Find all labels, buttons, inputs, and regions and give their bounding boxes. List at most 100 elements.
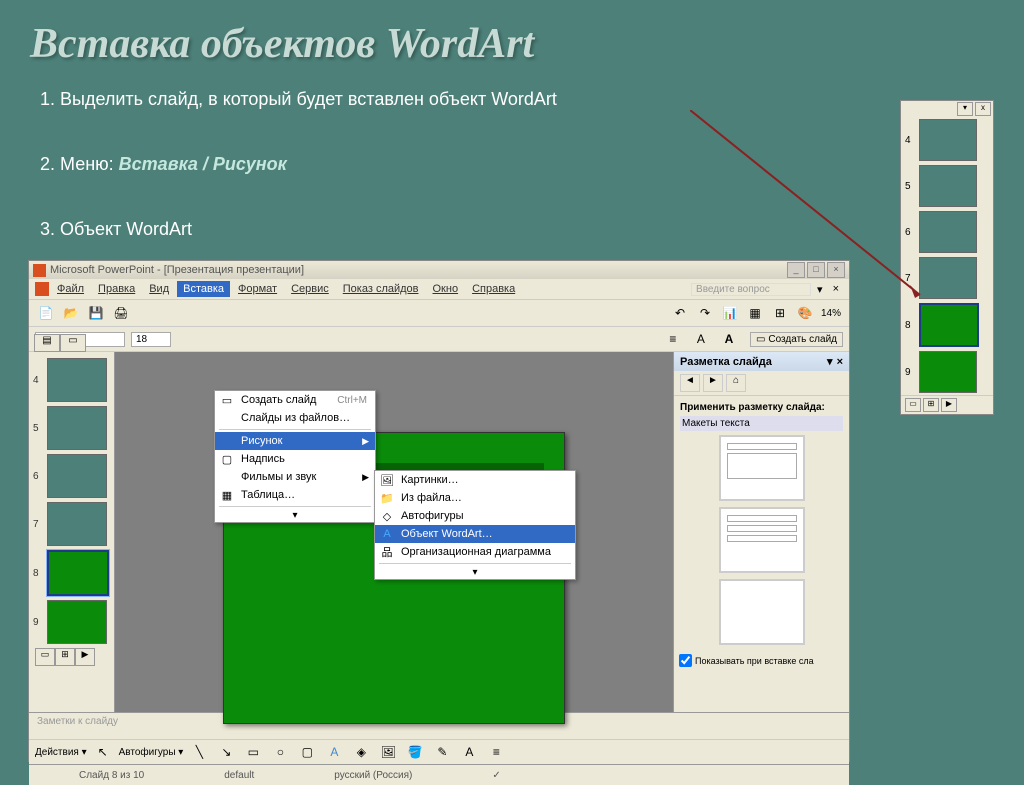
status-lang: русский (Россия) <box>294 770 452 781</box>
line-icon[interactable]: ╲ <box>188 741 210 763</box>
thumb-9[interactable]: 9 <box>29 598 114 646</box>
close-button[interactable]: × <box>827 262 845 278</box>
diagram-icon[interactable]: ◈ <box>350 741 372 763</box>
outline-tab[interactable]: ▤ <box>34 334 60 352</box>
formatting-toolbar: Arial 18 ≡ A A ▭ Создать слайд <box>29 327 849 352</box>
zoom-select[interactable]: 14% <box>819 308 843 319</box>
line-style-icon[interactable]: ≡ <box>485 741 507 763</box>
autoshapes-menu[interactable]: Автофигуры ▾ <box>119 747 184 758</box>
textbox-draw-icon[interactable]: ▢ <box>296 741 318 763</box>
open-icon[interactable]: 📂 <box>60 302 82 324</box>
fill-icon[interactable]: 🪣 <box>404 741 426 763</box>
expand-icon-2[interactable]: ▾ <box>375 566 575 579</box>
menu-window[interactable]: Окно <box>427 281 465 297</box>
wordart-icon: A <box>379 526 395 542</box>
mi-slides-from-file[interactable]: Слайды из файлов… <box>215 409 375 427</box>
bold-icon[interactable]: A <box>718 328 740 350</box>
mi-clipart[interactable]: 🖼Картинки… <box>375 471 575 489</box>
expand-icon[interactable]: ▾ <box>215 509 375 522</box>
thumb-4[interactable]: 4 <box>29 356 114 404</box>
layout-title[interactable] <box>719 435 805 501</box>
task-pane-header: Разметка слайда ▾ × <box>674 352 849 371</box>
nav-back-icon[interactable]: ◄ <box>680 374 700 392</box>
minimize-button[interactable]: _ <box>787 262 805 278</box>
float-close-icon[interactable]: x <box>975 102 991 116</box>
taskpane-close-icon[interactable]: × <box>837 356 843 368</box>
font-size-select[interactable]: 18 <box>131 332 171 347</box>
sorter-view-icon[interactable]: ⊞ <box>55 648 75 666</box>
layout-title-only[interactable] <box>719 507 805 573</box>
status-bar: Слайд 8 из 10 default русский (Россия) ✓ <box>29 764 849 785</box>
slideshow-view-icon[interactable]: ▶ <box>75 648 95 666</box>
text-a-icon[interactable]: A <box>690 328 712 350</box>
menu-file[interactable]: Файл <box>51 281 90 297</box>
nav-home-icon[interactable]: ⌂ <box>726 374 746 392</box>
menu-view[interactable]: Вид <box>143 281 175 297</box>
wordart-draw-icon[interactable]: A <box>323 741 345 763</box>
mi-from-file[interactable]: 📁Из файла… <box>375 489 575 507</box>
line-color-icon[interactable]: ✎ <box>431 741 453 763</box>
mi-wordart[interactable]: AОбъект WordArt… <box>375 525 575 543</box>
thumb-6[interactable]: 6 <box>29 452 114 500</box>
thumb-5[interactable]: 5 <box>29 404 114 452</box>
menu-edit[interactable]: Правка <box>92 281 141 297</box>
mi-textbox[interactable]: ▢Надпись <box>215 450 375 468</box>
mi-autoshapes[interactable]: ◇Автофигуры <box>375 507 575 525</box>
menu-format[interactable]: Формат <box>232 281 283 297</box>
new-icon[interactable]: 📄 <box>35 302 57 324</box>
thumb-8[interactable]: 8 <box>29 548 114 598</box>
show-on-insert-checkbox[interactable]: Показывать при вставке сла <box>674 651 849 670</box>
color-icon[interactable]: 🎨 <box>794 302 816 324</box>
app-menu-icon[interactable] <box>35 282 49 296</box>
menu-help[interactable]: Справка <box>466 281 521 297</box>
float-thumb-8[interactable]: 8 <box>901 301 993 349</box>
mi-movies-sound[interactable]: Фильмы и звук▶ <box>215 468 375 486</box>
print-icon[interactable]: 🖨 <box>110 302 132 324</box>
actions-menu[interactable]: Действия ▾ <box>35 747 87 758</box>
menu-tools[interactable]: Сервис <box>285 281 335 297</box>
status-slide: Слайд 8 из 10 <box>39 770 184 781</box>
view-show-icon[interactable]: ▶ <box>941 398 957 412</box>
menu-slideshow[interactable]: Показ слайдов <box>337 281 425 297</box>
undo-icon[interactable]: ↶ <box>669 302 691 324</box>
help-question-input[interactable]: Введите вопрос <box>691 283 811 296</box>
normal-view-icon[interactable]: ▭ <box>35 648 55 666</box>
float-thumb-9[interactable]: 9 <box>901 349 993 395</box>
pane-tabs: ▤ ▭ <box>34 334 86 352</box>
float-chevron-icon[interactable]: ▾ <box>957 102 973 116</box>
chart-icon[interactable]: 📊 <box>719 302 741 324</box>
font-color-icon[interactable]: A <box>458 741 480 763</box>
new-slide-button[interactable]: ▭ Создать слайд <box>750 332 843 347</box>
view-sorter-icon[interactable]: ⊞ <box>923 398 939 412</box>
mi-table[interactable]: ▦Таблица… <box>215 486 375 504</box>
clipart-draw-icon[interactable]: 🖼 <box>377 741 399 763</box>
maximize-button[interactable]: □ <box>807 262 825 278</box>
table-icon[interactable]: ▦ <box>744 302 766 324</box>
arrow-icon[interactable]: ↘ <box>215 741 237 763</box>
nav-fwd-icon[interactable]: ► <box>703 374 723 392</box>
float-thumb-6[interactable]: 6 <box>901 209 993 255</box>
orgchart-icon: 品 <box>379 544 395 560</box>
layout-blank[interactable] <box>719 579 805 645</box>
float-thumb-4[interactable]: 4 <box>901 117 993 163</box>
float-thumb-5[interactable]: 5 <box>901 163 993 209</box>
mi-picture[interactable]: Рисунок▶ <box>215 432 375 450</box>
rect-icon[interactable]: ▭ <box>242 741 264 763</box>
menu-insert[interactable]: Вставка <box>177 281 230 297</box>
redo-icon[interactable]: ↷ <box>694 302 716 324</box>
mi-new-slide[interactable]: ▭Создать слайдCtrl+M <box>215 391 375 409</box>
status-spellcheck-icon[interactable]: ✓ <box>452 770 540 781</box>
step-3: 3. Объект WordArt <box>40 213 984 245</box>
pointer-icon[interactable]: ↖ <box>92 741 114 763</box>
grid-icon[interactable]: ⊞ <box>769 302 791 324</box>
mi-orgchart[interactable]: 品Организационная диаграмма <box>375 543 575 561</box>
save-icon[interactable]: 💾 <box>85 302 107 324</box>
taskpane-dropdown-icon[interactable]: ▾ <box>827 355 833 368</box>
float-thumb-7[interactable]: 7 <box>901 255 993 301</box>
view-normal-icon[interactable]: ▭ <box>905 398 921 412</box>
slides-tab[interactable]: ▭ <box>60 334 86 352</box>
app-icon <box>33 264 46 277</box>
oval-icon[interactable]: ○ <box>269 741 291 763</box>
align-icon[interactable]: ≡ <box>662 328 684 350</box>
thumb-7[interactable]: 7 <box>29 500 114 548</box>
